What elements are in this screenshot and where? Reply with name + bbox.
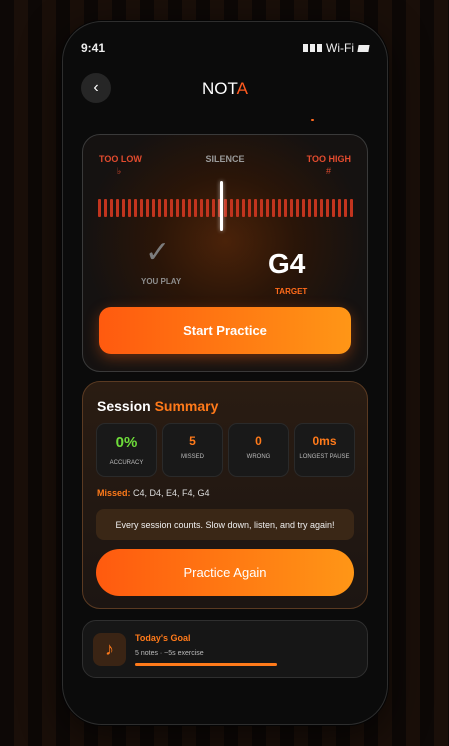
meter-tick (134, 199, 137, 217)
stat-value: 0 (255, 434, 262, 448)
meter-tick (176, 199, 179, 217)
meter-tick (212, 199, 215, 217)
wifi-label: Wi-Fi (326, 41, 354, 55)
meter-tick (278, 199, 281, 217)
logo-accent: A (236, 79, 248, 98)
meter-tick (188, 199, 191, 217)
phone-frame: 9:41 Wi-Fi ‹ NOTA TOO LOW SILENCE TOO HI… (62, 21, 388, 725)
stat-wrong: 0 WRONG (228, 423, 289, 477)
start-practice-button[interactable]: Start Practice (99, 307, 351, 354)
missed-list: C4, D4, E4, F4, G4 (133, 488, 210, 498)
meter-tick (146, 199, 149, 217)
status-right: Wi-Fi (303, 41, 370, 55)
summary-title: Session Summary (97, 398, 218, 414)
logo-prefix: NOT (202, 79, 237, 98)
meter-tick (128, 199, 131, 217)
status-bar: 9:41 Wi-Fi (81, 41, 370, 57)
meter-tick (170, 199, 173, 217)
pitch-needle (220, 181, 223, 231)
meter-tick (116, 199, 119, 217)
stats-row: 0% ACCURACY 5 MISSED 0 WRONG 0ms LONGEST… (96, 423, 355, 477)
stat-label: MISSED (180, 454, 204, 460)
meter-tick (254, 199, 257, 217)
meter-tick (182, 199, 185, 217)
meter-tick (194, 199, 197, 217)
stat-value: 0ms (312, 434, 337, 448)
battery-icon (357, 44, 370, 52)
meter-tick (350, 199, 353, 217)
meter-tick (140, 199, 143, 217)
missed-notes: Missed: C4, D4, E4, F4, G4 (97, 488, 210, 498)
meter-tick (314, 199, 317, 217)
pitch-meter (98, 199, 353, 217)
summary-title-accent: Summary (154, 398, 219, 414)
stat-label: ACCURACY (109, 460, 144, 466)
meter-tick (104, 199, 107, 217)
meter-tick (152, 199, 155, 217)
meter-tick (200, 199, 203, 217)
meter-tick (260, 199, 263, 217)
meter-tick (236, 199, 239, 217)
stat-accuracy: 0% ACCURACY (96, 423, 157, 477)
todays-goal-card[interactable]: ♪ Today's Goal 5 notes · ~5s exercise (82, 620, 368, 678)
meter-tick (122, 199, 125, 217)
sharp-icon: # (325, 166, 331, 176)
meter-tick (164, 199, 167, 217)
app-logo: NOTA (63, 79, 387, 99)
meter-tick (230, 199, 233, 217)
accent-dot (311, 119, 314, 121)
missed-label: Missed: (97, 488, 131, 498)
meter-tick (302, 199, 305, 217)
meter-tick (332, 199, 335, 217)
tuner-card: TOO LOW SILENCE TOO HIGH ♭ # ✓ YOU PLAY … (82, 134, 368, 372)
meter-tick (242, 199, 245, 217)
too-high-label: TOO HIGH (306, 154, 351, 164)
meter-tick (344, 199, 347, 217)
goal-title: Today's Goal (135, 633, 191, 643)
music-note-icon: ♪ (93, 633, 126, 666)
meter-tick (98, 199, 101, 217)
stat-value: 0% (115, 434, 138, 451)
meter-tick (206, 199, 209, 217)
stat-longest-pause: 0ms LONGEST PAUSE (294, 423, 355, 477)
session-summary-card: Session Summary 0% ACCURACY 5 MISSED 0 W… (82, 381, 368, 609)
meter-tick (272, 199, 275, 217)
stat-missed: 5 MISSED (162, 423, 223, 477)
meter-tick (320, 199, 323, 217)
summary-title-session: Session (97, 398, 151, 414)
stat-label: WRONG (246, 454, 271, 460)
meter-tick (284, 199, 287, 217)
encouragement-message: Every session counts. Slow down, listen,… (96, 509, 354, 540)
goal-subtitle: 5 notes · ~5s exercise (135, 650, 204, 657)
you-play-label: YOU PLAY (141, 277, 182, 286)
meter-tick (110, 199, 113, 217)
meter-tick (224, 199, 227, 217)
stat-value: 5 (189, 434, 196, 448)
target-label: TARGET (275, 287, 308, 296)
meter-tick (296, 199, 299, 217)
meter-tick (158, 199, 161, 217)
meter-tick (308, 199, 311, 217)
target-note: G4 (268, 248, 306, 279)
flat-icon: ♭ (117, 166, 122, 176)
check-icon: ✓ (145, 236, 171, 269)
signal-icon (303, 44, 323, 52)
meter-tick (326, 199, 329, 217)
meter-tick (338, 199, 341, 217)
stat-label: LONGEST PAUSE (299, 454, 350, 460)
meter-tick (290, 199, 293, 217)
practice-again-button[interactable]: Practice Again (96, 549, 354, 596)
status-time: 9:41 (81, 41, 106, 55)
meter-tick (266, 199, 269, 217)
meter-tick (248, 199, 251, 217)
goal-progress-fill (135, 663, 277, 666)
goal-progress-track (135, 663, 277, 666)
